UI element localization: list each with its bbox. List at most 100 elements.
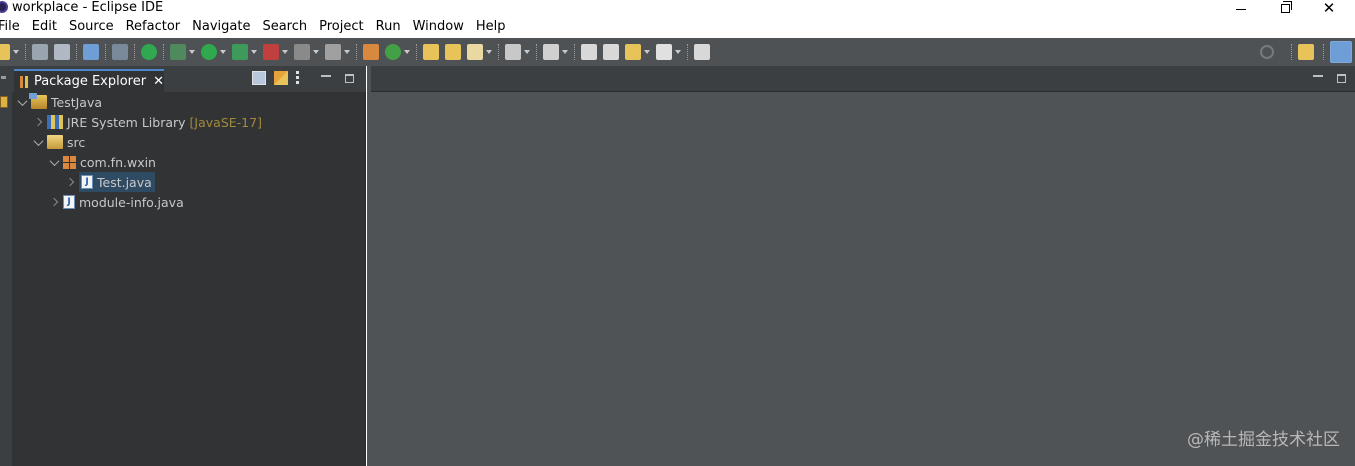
trim-handle-icon[interactable] [1,76,6,79]
search-tool-icon[interactable] [467,44,483,60]
open-perspective-icon[interactable] [1298,44,1314,60]
mark-dropdown-arrow[interactable] [524,50,530,54]
menu-help[interactable]: Help [470,16,512,38]
build-dropdown-arrow[interactable] [344,50,350,54]
run-icon[interactable] [201,44,217,60]
expand-toggle[interactable] [32,136,44,148]
skip-breakpoints-icon[interactable] [112,44,128,60]
menu-refactor[interactable]: Refactor [120,16,187,38]
tree-item-module-info[interactable]: J module-info.java [48,192,184,212]
menu-window[interactable]: Window [407,16,470,38]
package-explorer-tab[interactable]: Package Explorer ✕ [14,69,164,92]
close-tab-icon[interactable]: ✕ [153,74,164,89]
package-explorer-icon [20,75,28,88]
toggle-mark-icon[interactable] [505,44,521,60]
expand-toggle[interactable] [48,156,60,168]
main-toolbar [0,38,1355,66]
stop-dropdown-arrow[interactable] [313,50,319,54]
link-with-editor-icon[interactable] [274,71,288,85]
editor-tab-bar [371,66,1355,92]
menu-run[interactable]: Run [370,16,407,38]
new-icon[interactable] [0,44,10,60]
maximize-icon[interactable] [1337,74,1346,83]
debug-icon[interactable] [170,44,186,60]
toolbar-separator [25,44,26,60]
java-file-icon: J [81,175,93,189]
menu-edit[interactable]: Edit [26,16,63,38]
tree-item-src[interactable]: src [32,132,85,152]
toolbar-separator [134,44,135,60]
previous-edit-icon[interactable] [581,44,597,60]
power-icon[interactable] [141,44,157,60]
expand-toggle[interactable] [48,196,60,208]
menu-source[interactable]: Source [63,16,120,38]
external-tools-icon[interactable] [263,44,279,60]
minimize-icon[interactable] [1313,74,1323,77]
build-icon[interactable] [325,44,341,60]
menu-navigate[interactable]: Navigate [186,16,256,38]
editor-area[interactable]: @稀土掘金技术社区 [367,66,1355,466]
module-info-label: module-info.java [79,194,184,210]
toolbar-separator [574,44,575,60]
tree-item-test-java[interactable]: J Test.java [64,172,155,192]
package-icon [63,155,76,169]
open-type-icon[interactable] [423,44,439,60]
expand-toggle[interactable] [64,176,76,188]
pin-editor-icon[interactable] [694,44,710,60]
menu-file[interactable]: File [0,16,26,38]
annotation-dropdown-arrow[interactable] [562,50,568,54]
menu-search[interactable]: Search [256,16,313,38]
left-trim-strip [0,66,12,466]
toolbar-separator [687,44,688,60]
annotation-icon[interactable] [543,44,559,60]
next-edit-icon[interactable] [603,44,619,60]
restore-window-button[interactable] [1262,0,1308,16]
java-perspective-icon[interactable] [1330,41,1352,63]
save-icon[interactable] [32,44,48,60]
tree-item-project[interactable]: TestJava [16,92,102,112]
save-all-icon[interactable] [54,44,70,60]
terminal-icon[interactable] [83,44,99,60]
search-icon[interactable] [1260,45,1274,59]
maximize-icon[interactable] [345,74,354,83]
toolbar-separator [536,44,537,60]
coverage-icon[interactable] [232,44,248,60]
package-label: com.fn.wxin [80,154,156,170]
minimize-window-button[interactable] [1218,0,1264,16]
toolbar-separator [498,44,499,60]
toolbar-separator [105,44,106,60]
toolbar-separator [1323,44,1324,60]
minimized-view-icon[interactable] [0,96,8,108]
collapse-all-icon[interactable] [252,71,266,85]
menu-project[interactable]: Project [313,16,369,38]
eclipse-logo-icon [0,1,8,13]
minimize-icon [1236,8,1246,10]
external-tools-dropdown-arrow[interactable] [282,50,288,54]
minimize-icon[interactable] [321,74,331,77]
expand-toggle[interactable] [32,116,44,128]
close-window-button[interactable]: ✕ [1306,0,1352,16]
java-file-icon: J [63,195,75,209]
tree-item-package[interactable]: com.fn.wxin [48,152,156,172]
coverage-dropdown-arrow[interactable] [251,50,257,54]
view-menu-icon[interactable] [296,71,299,85]
tree-item-jre[interactable]: JRE System Library [JavaSE-17] [32,112,262,132]
new-class-dropdown-arrow[interactable] [404,50,410,54]
source-folder-icon [47,135,63,149]
src-label: src [67,134,86,150]
stop-icon[interactable] [294,44,310,60]
debug-dropdown-arrow[interactable] [189,50,195,54]
back-dropdown-arrow[interactable] [644,50,650,54]
new-dropdown-arrow[interactable] [13,50,19,54]
expand-toggle[interactable] [16,96,28,108]
forward-dropdown-arrow[interactable] [675,50,681,54]
search-dropdown-arrow[interactable] [486,50,492,54]
package-explorer-tab-label: Package Explorer [33,74,147,89]
forward-arrow-icon[interactable] [656,44,672,60]
run-dropdown-arrow[interactable] [220,50,226,54]
toolbar-separator [356,44,357,60]
new-package-icon[interactable] [363,44,379,60]
open-task-icon[interactable] [445,44,461,60]
back-arrow-icon[interactable] [625,44,641,60]
new-class-icon[interactable] [385,44,401,60]
